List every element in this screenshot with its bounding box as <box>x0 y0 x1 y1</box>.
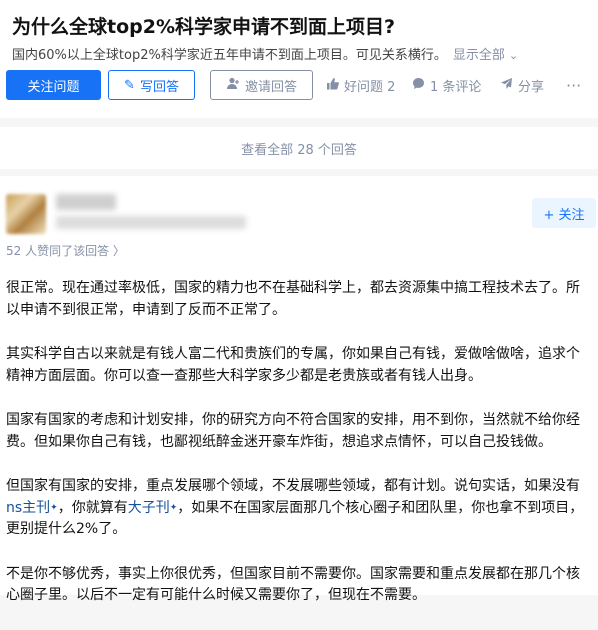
author-name-blurred <box>56 194 116 210</box>
good-question-button[interactable]: 好问题 2 <box>326 70 395 100</box>
invite-answer-label: 邀请回答 <box>244 79 297 95</box>
answer-card: + 关注 52 人赞同了该回答 〉 很正常。现在通过率极低，国家的精力也不在基础… <box>0 176 598 603</box>
paragraph-text: 但国家有国家的安排，重点发展哪个领域，不发展哪些领域，都有计划。说句实话，如果没… <box>6 478 580 494</box>
follow-question-button[interactable]: 关注问题 <box>6 70 101 100</box>
answer-paragraph: 很正常。现在通过率极低，国家的精力也不在基础科学上，都去资源集中搞工程技术去了。… <box>6 280 580 318</box>
share-label: 分享 <box>518 79 545 95</box>
sparkle-icon: ✦ <box>50 502 58 513</box>
answer-paragraph: 不是你不够优秀，事实上你很优秀，但国家目前不需要你。国家需要和重点发展都在那几个… <box>6 565 580 604</box>
pen-icon: ✎ <box>124 77 135 93</box>
view-all-card: 查看全部 28 个回答 <box>0 127 598 169</box>
keyword-link-subjournal[interactable]: 大子刊 <box>128 500 170 516</box>
invite-answer-button[interactable]: 邀请回答 <box>210 70 313 100</box>
follow-author-button[interactable]: + 关注 <box>532 198 596 228</box>
chevron-down-icon[interactable]: ⌄ <box>509 49 518 62</box>
show-all-link[interactable]: 显示全部 <box>453 48 505 63</box>
paragraph-text: ，你就算有 <box>57 499 128 516</box>
write-answer-label: 写回答 <box>139 79 179 95</box>
answer-paragraph: 其实科学自古以来就是有钱人富二代和贵族们的专属，你如果自己有钱，爱做啥做啥，追求… <box>6 346 580 384</box>
good-question-label: 好问题 2 <box>344 79 396 95</box>
write-answer-button[interactable]: ✎ 写回答 <box>108 70 195 100</box>
view-all-answers-link[interactable]: 查看全部 28 个回答 <box>0 139 598 158</box>
author-bio-blurred <box>56 216 246 229</box>
answer-content: 很正常。现在通过率极低，国家的精力也不在基础科学上，都去资源集中搞工程技术去了。… <box>6 278 591 630</box>
user-plus-icon <box>226 76 240 94</box>
avatar[interactable] <box>6 194 46 234</box>
question-title[interactable]: 为什么全球top2%科学家申请不到面上项目? <box>12 12 395 39</box>
upvote-count[interactable]: 52 人赞同了该回答 〉 <box>6 242 125 259</box>
keyword-link-ns[interactable]: ns主刊 <box>6 500 50 516</box>
more-options-icon[interactable]: ··· <box>566 70 581 100</box>
question-detail: 国内60%以上全球top2%科学家近五年申请不到面上项目。可见关系横行。 显示全部… <box>12 44 518 63</box>
comment-icon <box>412 77 425 94</box>
question-card: 为什么全球top2%科学家申请不到面上项目? 国内60%以上全球top2%科学家… <box>0 0 598 118</box>
share-button[interactable]: 分享 <box>500 70 544 100</box>
comment-label: 1 条评论 <box>430 79 482 95</box>
comment-button[interactable]: 1 条评论 <box>412 70 481 100</box>
thumbs-up-icon <box>326 77 339 94</box>
question-detail-text: 国内60%以上全球top2%科学家近五年申请不到面上项目。可见关系横行。 <box>12 48 447 63</box>
question-actions: 关注问题 ✎ 写回答 邀请回答 好问题 2 1 条评论 分享 ··· <box>6 70 596 102</box>
answer-paragraph: 国家有国家的考虑和计划安排，你的研究方向不符合国家的安排，用不到你，当然就不给你… <box>6 412 580 450</box>
paper-plane-icon <box>500 77 513 94</box>
answer-paragraph: 但国家有国家的安排，重点发展哪个领域，不发展哪些领域，都有计划。说句实话，如果没… <box>6 476 591 541</box>
